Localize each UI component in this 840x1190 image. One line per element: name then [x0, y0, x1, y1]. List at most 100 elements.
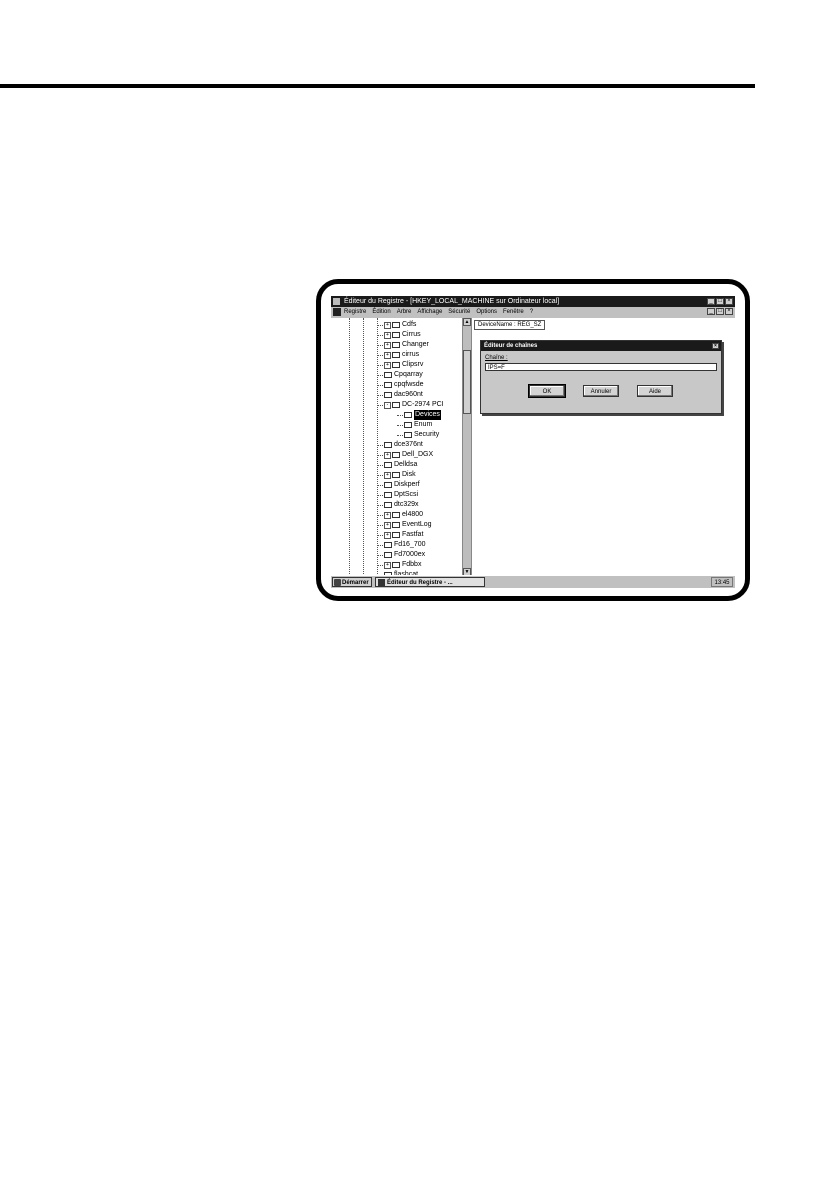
tree-item[interactable]: + Clipsrv — [377, 360, 423, 370]
tree-item[interactable]: + EventLog — [377, 520, 432, 530]
menu-item[interactable]: Arbre — [397, 307, 412, 317]
tree-item-label: Cirrus — [402, 331, 421, 338]
child-minimize-button[interactable]: _ — [707, 308, 715, 315]
folder-icon — [384, 492, 392, 498]
dialog-title-bar[interactable]: Éditeur de chaînes × — [481, 341, 721, 351]
expand-icon[interactable]: + — [384, 321, 391, 329]
expand-icon[interactable]: + — [384, 351, 391, 359]
expand-icon[interactable]: + — [384, 521, 391, 529]
tree-item[interactable]: Enum — [397, 420, 432, 430]
help-button[interactable]: Aide — [637, 385, 673, 397]
tree-item[interactable]: Security — [397, 430, 439, 440]
dialog-close-button[interactable]: × — [712, 343, 719, 349]
tree-item[interactable]: dtc329x — [377, 500, 419, 510]
folder-icon — [392, 402, 400, 408]
tree-item[interactable]: Delldsa — [377, 460, 417, 470]
menu-item[interactable]: Registre — [344, 307, 366, 317]
menu-item[interactable]: Édition — [372, 307, 390, 317]
tree-item[interactable]: + cirrus — [377, 350, 419, 360]
menu-item[interactable]: Sécurité — [448, 307, 470, 317]
tree-connector — [377, 324, 383, 326]
menu-bar: Registre Édition Arbre Affichage Sécurité Opt… — [331, 307, 735, 317]
folder-icon — [392, 472, 400, 478]
screenshot-frame: Éditeur du Registre - [HKEY_LOCAL_MACHIN… — [316, 279, 750, 601]
child-close-button[interactable]: × — [725, 308, 733, 315]
folder-icon — [392, 342, 400, 348]
menu-item[interactable]: Fenêtre — [503, 307, 524, 317]
document-icon[interactable] — [333, 308, 341, 316]
expand-icon[interactable]: + — [384, 331, 391, 339]
tree-item[interactable]: Devices — [397, 410, 441, 420]
tree-connector — [377, 554, 383, 556]
menu-item[interactable]: Options — [476, 307, 497, 317]
folder-icon — [404, 422, 412, 428]
value-entry[interactable]: DeviceName : REG_SZ — [474, 320, 546, 330]
title-bar[interactable]: Éditeur du Registre - [HKEY_LOCAL_MACHIN… — [331, 296, 735, 307]
expand-icon[interactable]: + — [384, 451, 391, 459]
folder-icon — [384, 462, 392, 468]
string-input[interactable]: IPS=F — [485, 363, 717, 371]
tree-item[interactable]: cpqfwsde — [377, 380, 424, 390]
tree-item-label: Cdfs — [402, 321, 417, 328]
start-button[interactable]: Démarrer — [332, 577, 372, 587]
folder-icon — [384, 382, 392, 388]
tree-item[interactable]: - DC-2974 PCI — [377, 400, 444, 410]
tree-item-label: Changer — [402, 341, 429, 348]
maximize-button[interactable]: □ — [716, 298, 724, 305]
tree-connector — [377, 464, 383, 466]
tree-item[interactable]: Fd7000ex — [377, 550, 425, 560]
tree-item[interactable]: + Cirrus — [377, 330, 421, 340]
tree-item[interactable]: + Fastfat — [377, 530, 423, 540]
tree-item-label: dac960nt — [394, 391, 423, 398]
tree-item[interactable]: + el4800 — [377, 510, 423, 520]
tree-connector — [377, 494, 383, 496]
tree-item-label: cirrus — [402, 351, 420, 358]
task-label: Éditeur du Registre - ... — [387, 580, 453, 586]
tree-connector — [377, 404, 383, 406]
ok-button[interactable]: OK — [528, 384, 566, 398]
clock: 13:45 — [711, 577, 733, 587]
window-title: Éditeur du Registre - [HKEY_LOCAL_MACHIN… — [344, 298, 560, 305]
taskbar-item-registry-editor[interactable]: Éditeur du Registre - ... — [375, 577, 485, 587]
tree-item-label: DptScsi — [394, 491, 419, 498]
tree-item[interactable]: dac960nt — [377, 390, 423, 400]
tree-item[interactable]: + Cdfs — [377, 320, 416, 330]
tree-guide-line — [363, 318, 364, 576]
expand-icon[interactable]: + — [384, 511, 391, 519]
expand-icon[interactable]: + — [384, 471, 391, 479]
tree-connector — [377, 524, 383, 526]
tree-item[interactable]: + Dell_DGX — [377, 450, 433, 460]
expand-icon[interactable]: + — [384, 341, 391, 349]
tree-item-label: Enum — [414, 421, 433, 428]
windows-logo-icon — [334, 579, 341, 586]
tree-item[interactable]: DptScsi — [377, 490, 418, 500]
tree-item[interactable]: dce376nt — [377, 440, 423, 450]
tree-item[interactable]: Diskperf — [377, 480, 420, 490]
tree-item[interactable]: + Changer — [377, 340, 429, 350]
tree-item[interactable]: Fd16_700 — [377, 540, 426, 550]
tree-scrollbar[interactable]: ▲ ▼ — [462, 318, 471, 576]
start-label: Démarrer — [342, 580, 369, 586]
minimize-button[interactable]: _ — [707, 298, 715, 305]
child-restore-button[interactable]: □ — [716, 308, 724, 315]
tree-item-label: Delldsa — [394, 461, 418, 468]
tree-item[interactable]: + Disk — [377, 470, 416, 480]
close-button[interactable]: × — [725, 298, 733, 305]
tree-item[interactable]: + Fdbbx — [377, 560, 421, 570]
menu-item[interactable]: ? — [530, 307, 533, 317]
tree-connector — [377, 384, 383, 386]
scroll-up-arrow-icon[interactable]: ▲ — [463, 318, 471, 326]
tree-item[interactable]: Cpqarray — [377, 370, 423, 380]
cancel-button[interactable]: Annuler — [583, 385, 619, 397]
expand-icon[interactable]: + — [384, 361, 391, 369]
expand-icon[interactable]: + — [384, 531, 391, 539]
tree-item-label: el4800 — [402, 511, 424, 518]
folder-icon — [384, 372, 392, 378]
menu-item[interactable]: Affichage — [417, 307, 442, 317]
folder-icon — [384, 482, 392, 488]
folder-icon — [384, 552, 392, 558]
collapse-icon[interactable]: - — [384, 401, 391, 409]
tree-connector — [377, 514, 383, 516]
scroll-thumb[interactable] — [463, 350, 471, 414]
expand-icon[interactable]: + — [384, 561, 391, 569]
